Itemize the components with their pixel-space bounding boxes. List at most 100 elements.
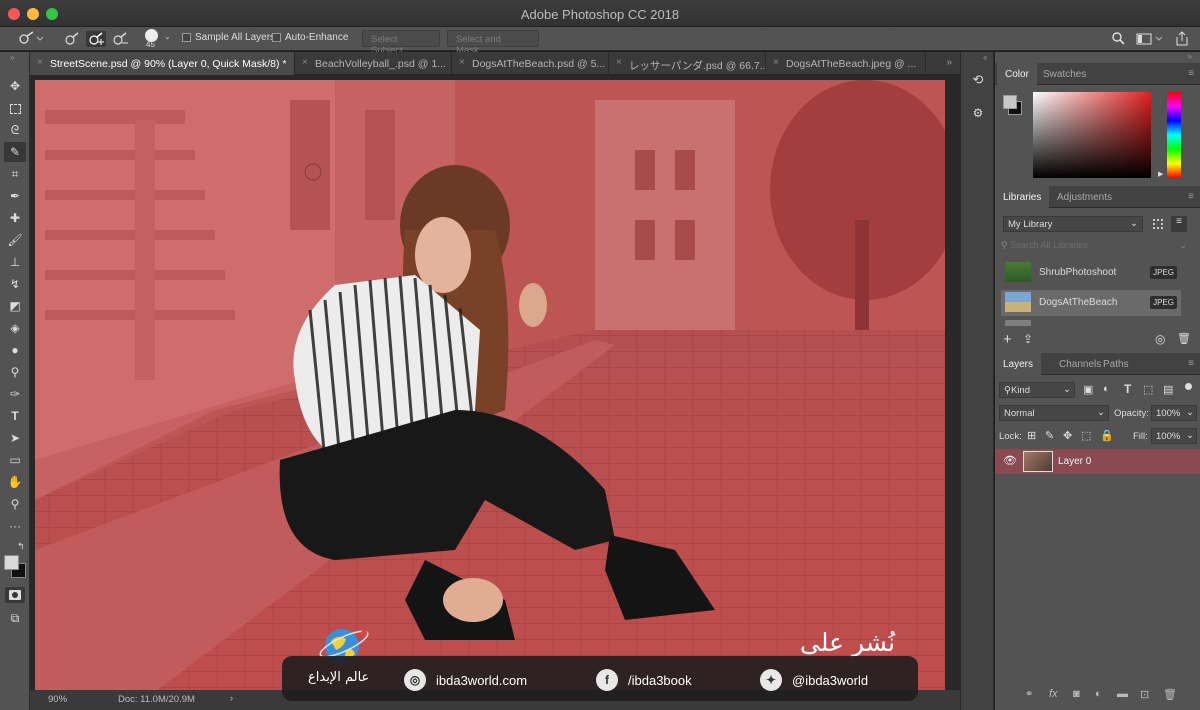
tab-streetscene[interactable]: × StreetScene.psd @ 90% (Layer 0, Quick M… (30, 52, 295, 75)
filter-type-icon[interactable]: T (1124, 382, 1131, 396)
list-view-icon[interactable]: ≡ (1171, 216, 1187, 232)
filter-toggle-icon[interactable] (1185, 383, 1192, 390)
tab-paths[interactable]: Paths (1095, 353, 1137, 375)
layer-row-layer-0[interactable]: 👁 Layer 0 (995, 449, 1200, 474)
lock-image-icon[interactable]: ✎ (1045, 429, 1054, 442)
filter-pixel-icon[interactable]: ▣ (1083, 383, 1093, 396)
new-selection-icon[interactable] (62, 31, 82, 47)
healing-brush-tool-icon[interactable]: ✚ (4, 208, 26, 228)
delete-library-item-icon[interactable]: 🗑 (1177, 332, 1191, 345)
tab-swatches[interactable]: Swatches (1035, 63, 1094, 85)
path-selection-tool-icon[interactable]: ➤ (4, 428, 26, 448)
quick-selection-tool-icon[interactable]: ✎ (4, 142, 26, 162)
zoom-tool-icon[interactable]: ⚲ (4, 494, 26, 514)
select-subject-button[interactable]: Select Subject (362, 30, 440, 56)
tab-dogsatthebeach-psd[interactable]: × DogsAtTheBeach.psd @ 5... (452, 52, 609, 75)
website-link[interactable]: ◎ ibda3world.com (404, 669, 527, 691)
tab-beachvolleyball[interactable]: × BeachVolleyball_.psd @ 1... (295, 52, 452, 75)
lock-position-icon[interactable]: ✥ (1063, 429, 1072, 442)
pen-tool-icon[interactable]: ✑ (4, 384, 26, 404)
new-group-icon[interactable]: ▬ (1117, 688, 1128, 700)
eyedropper-tool-icon[interactable]: ✒ (4, 186, 26, 206)
twitter-link[interactable]: ✦ @ibda3world (760, 669, 868, 691)
auto-enhance-checkbox[interactable]: Auto-Enhance (272, 32, 348, 43)
hue-slider[interactable] (1167, 92, 1181, 178)
grid-view-icon[interactable] (1153, 219, 1163, 229)
move-tool-icon[interactable]: ✥ (4, 76, 26, 96)
library-search-field[interactable]: ⚲ Search All Libraries ⌄ (1001, 240, 1191, 254)
lock-all-icon[interactable]: 🔒 (1100, 429, 1114, 442)
new-layer-icon[interactable]: ⊡ (1140, 688, 1149, 701)
lock-transparent-icon[interactable]: ⊞ (1027, 429, 1036, 442)
properties-panel-icon[interactable]: ⚙ (969, 106, 987, 124)
fx-icon[interactable]: fx (1049, 688, 1058, 700)
tabs-overflow-icon[interactable]: » (946, 57, 952, 68)
brush-tool-icon[interactable]: 🖌 (4, 230, 26, 250)
close-tab-icon[interactable]: × (773, 57, 779, 68)
workspace-switcher-icon[interactable] (1135, 31, 1165, 47)
eraser-tool-icon[interactable]: ◩ (4, 296, 26, 316)
link-layers-icon[interactable]: ⚭ (1025, 689, 1033, 700)
select-and-mask-button[interactable]: Select and Mask... (447, 30, 539, 56)
add-to-selection-icon[interactable] (86, 31, 106, 47)
opacity-field[interactable]: 100% ⌄ (1151, 405, 1197, 421)
lock-artboard-icon[interactable]: ⬚ (1081, 429, 1091, 442)
clone-stamp-tool-icon[interactable]: ⊥ (4, 252, 26, 272)
blend-mode-select[interactable]: Normal ⌄ (999, 405, 1109, 421)
history-panel-icon[interactable]: ⟲ (969, 72, 987, 90)
panel-menu-icon[interactable]: ≡ (1188, 191, 1194, 202)
toolbar-collapse-icon[interactable]: » (10, 53, 14, 62)
close-tab-icon[interactable]: × (616, 57, 622, 68)
fill-field[interactable]: 100% ⌄ (1151, 428, 1197, 444)
eye-icon[interactable]: 👁 (1003, 454, 1017, 467)
filter-shape-icon[interactable]: ⬚ (1143, 383, 1153, 396)
panels-collapse-icon[interactable]: » (1188, 52, 1192, 61)
close-tab-icon[interactable]: × (37, 57, 43, 68)
tab-libraries[interactable]: Libraries (995, 186, 1050, 208)
color-field[interactable] (1033, 92, 1151, 178)
subtract-from-selection-icon[interactable] (110, 31, 130, 47)
search-icon[interactable] (1110, 31, 1126, 47)
tab-color[interactable]: Color (997, 63, 1037, 85)
panel-menu-icon[interactable]: ≡ (1188, 68, 1194, 79)
cloud-sync-icon[interactable]: ◎ (1155, 332, 1165, 346)
library-select[interactable]: My Library ⌄ (1003, 216, 1143, 232)
swap-colors-icon[interactable]: ↰ (17, 541, 25, 552)
paint-bucket-tool-icon[interactable]: ◈ (4, 318, 26, 338)
add-library-item-icon[interactable]: + (1003, 331, 1012, 348)
foreground-color-swatch[interactable] (4, 555, 19, 570)
screen-mode-icon[interactable]: ⧉ (4, 608, 26, 628)
sample-all-layers-checkbox[interactable]: Sample All Layers (182, 32, 275, 43)
type-tool-icon[interactable]: T (4, 406, 26, 426)
layer-filter-select[interactable]: ⚲Kind ⌄ (999, 382, 1075, 398)
blur-tool-icon[interactable]: ● (4, 340, 26, 360)
quick-mask-mode-icon[interactable] (5, 587, 25, 603)
crop-tool-icon[interactable]: ⌗ (4, 164, 26, 184)
filter-smart-object-icon[interactable]: ▤ (1163, 383, 1173, 396)
library-item-shrub[interactable]: ShrubPhotoshoot JPEG (1001, 260, 1181, 286)
marquee-tool-icon[interactable] (4, 98, 26, 118)
history-brush-tool-icon[interactable]: ↯ (4, 274, 26, 294)
close-tab-icon[interactable]: × (459, 57, 465, 68)
status-menu-icon[interactable]: › (230, 693, 233, 704)
tab-adjustments[interactable]: Adjustments (1049, 186, 1120, 208)
filter-adjustment-icon[interactable]: ◐ (1103, 383, 1110, 395)
expand-panels-icon[interactable]: « (983, 53, 987, 62)
brush-size-picker[interactable]: 45 ⌄ (143, 28, 173, 50)
tab-dogsatthebeach-jpeg[interactable]: × DogsAtTheBeach.jpeg @ ... (766, 52, 926, 75)
tab-lesser-panda[interactable]: × レッサーパンダ.psd @ 66.7... (609, 52, 766, 75)
panel-menu-icon[interactable]: ≡ (1188, 358, 1194, 369)
delete-layer-icon[interactable]: 🗑 (1163, 688, 1177, 701)
share-icon[interactable] (1174, 30, 1190, 47)
document-canvas[interactable] (35, 80, 945, 692)
close-tab-icon[interactable]: × (302, 57, 308, 68)
dodge-tool-icon[interactable]: ⚲ (4, 362, 26, 382)
lasso-tool-icon[interactable]: ᘓ (4, 120, 26, 140)
facebook-link[interactable]: f/ibda3book (596, 669, 692, 691)
color-panel-fg-swatch[interactable] (1003, 95, 1017, 109)
quick-selection-preset-icon[interactable] (15, 31, 45, 47)
more-tools-icon[interactable]: ··· (4, 516, 26, 536)
zoom-level[interactable]: 90% (48, 694, 67, 705)
adjustment-layer-icon[interactable]: ◐ (1095, 688, 1102, 700)
rectangle-tool-icon[interactable]: ▭ (4, 450, 26, 470)
